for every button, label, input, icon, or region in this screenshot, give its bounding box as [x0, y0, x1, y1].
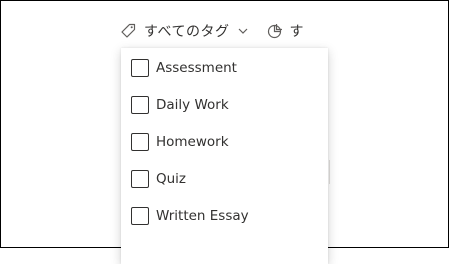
option-label: Assessment [156, 60, 237, 76]
option-label: Homework [156, 134, 229, 150]
pie-chart-icon[interactable] [267, 23, 283, 39]
checkbox[interactable] [131, 96, 149, 114]
option-label: Daily Work [156, 97, 229, 113]
next-filter-label[interactable]: す [289, 21, 304, 41]
checkbox[interactable] [131, 170, 149, 188]
option-assessment[interactable]: Assessment [131, 56, 237, 80]
checkbox[interactable] [131, 59, 149, 77]
option-label: Quiz [156, 171, 187, 187]
checkbox[interactable] [131, 133, 149, 151]
option-written-essay[interactable]: Written Essay [131, 204, 249, 228]
tag-icon[interactable] [120, 23, 136, 39]
chevron-down-icon[interactable] [237, 25, 249, 37]
option-daily-work[interactable]: Daily Work [131, 93, 229, 117]
option-label: Written Essay [156, 208, 249, 224]
option-quiz[interactable]: Quiz [131, 167, 186, 191]
filter-toolbar: すべてのタグ す [120, 16, 330, 46]
tag-filter-dropdown: Assessment Daily Work Homework Quiz Writ… [121, 48, 328, 264]
background-divider [329, 160, 330, 184]
tag-filter-label[interactable]: すべてのタグ [144, 21, 229, 41]
checkbox[interactable] [131, 207, 149, 225]
option-homework[interactable]: Homework [131, 130, 229, 154]
